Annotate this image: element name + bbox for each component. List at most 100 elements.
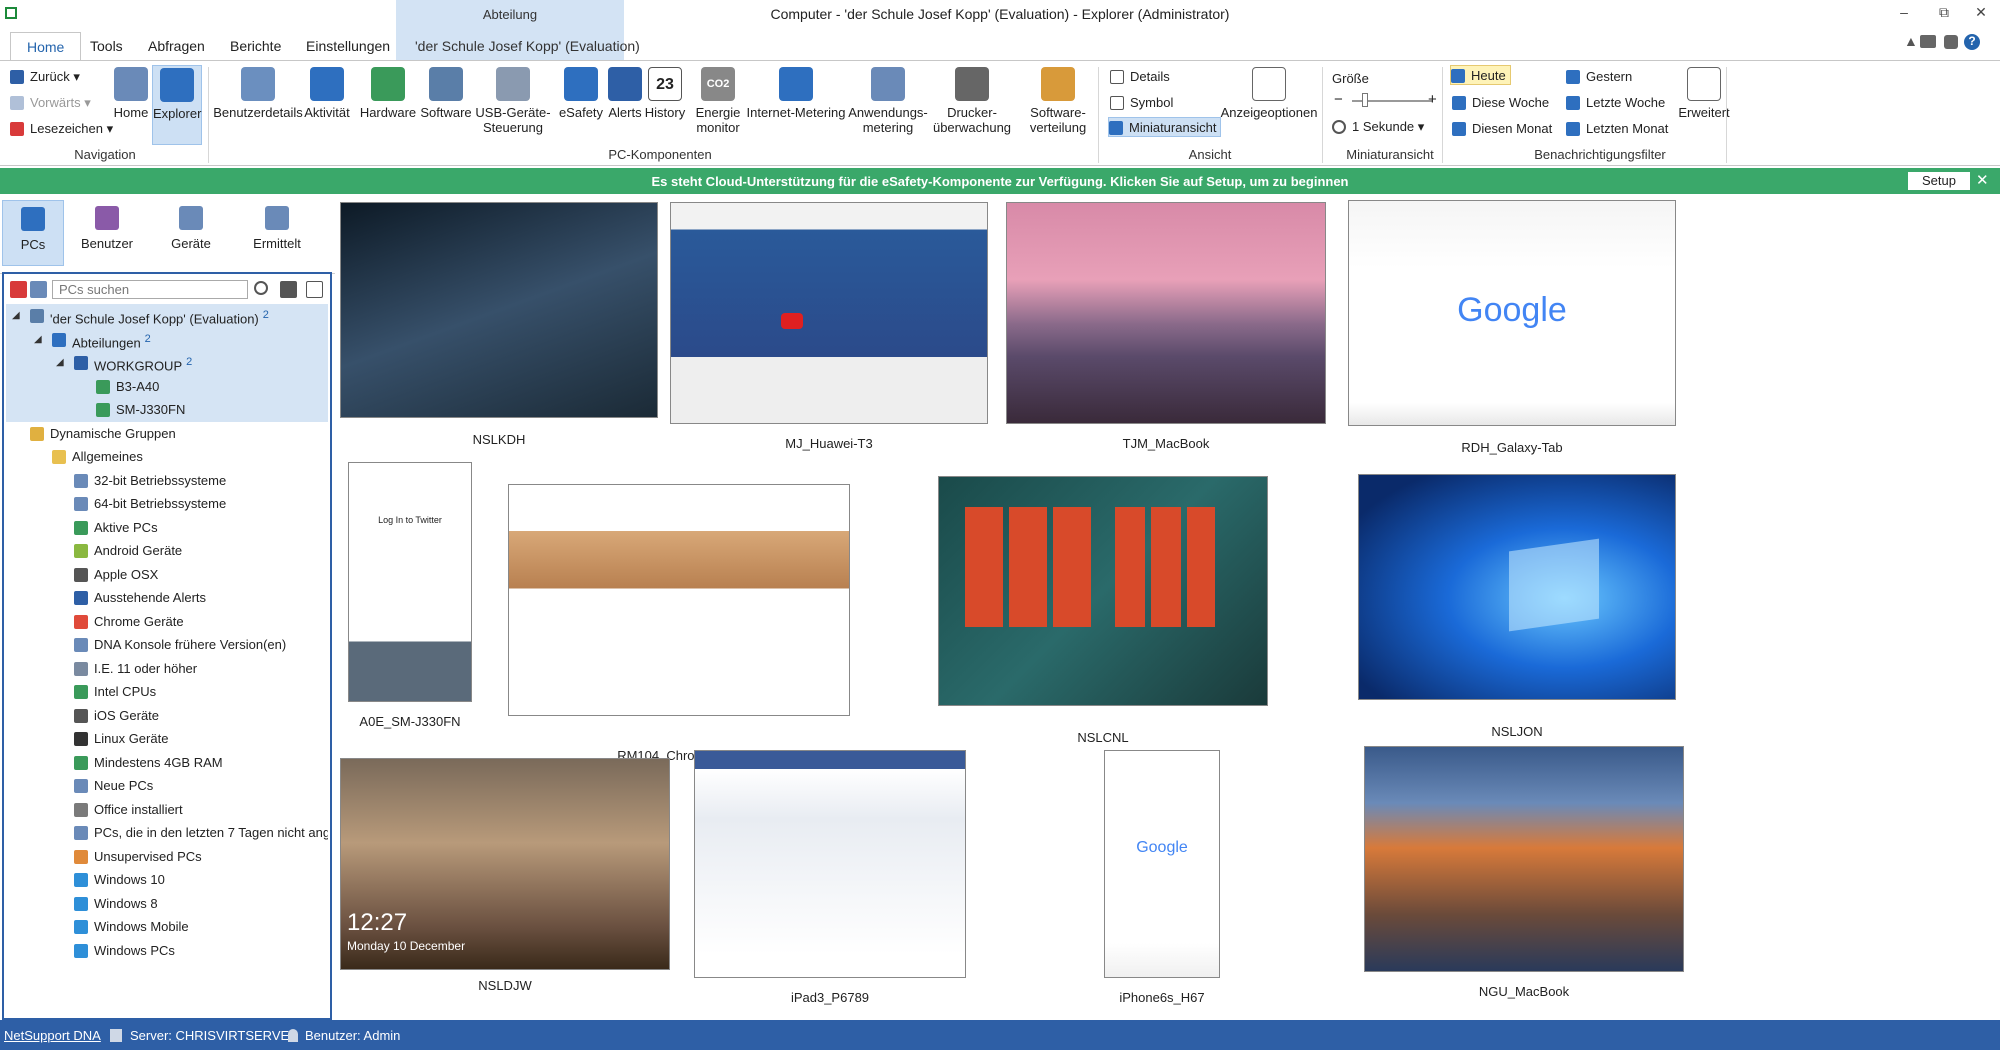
tree-item[interactable]: ◢ WORKGROUP 2 [6, 351, 328, 375]
ribbon-button-0[interactable]: Benutzerdetails [210, 65, 306, 120]
tree-item[interactable]: ◢ 'der Schule Josef Kopp' (Evaluation) 2 [6, 304, 328, 328]
tab-abfragen[interactable]: Abfragen [148, 38, 205, 54]
tab-context-school[interactable]: 'der Schule Josef Kopp' (Evaluation) [415, 38, 640, 54]
tree-item[interactable]: SM-J330FN [6, 398, 328, 422]
expand-toggle-icon[interactable]: ◢ [12, 304, 20, 328]
screen-preview[interactable] [670, 202, 988, 424]
ribbon-button-2[interactable]: Hardware [358, 65, 418, 120]
tree-item[interactable]: Ausstehende Alerts [6, 586, 328, 610]
minimize-button[interactable]: ‒ [1895, 4, 1913, 20]
ribbon-button-8[interactable]: CO2 Energie monitor [688, 65, 748, 135]
ribbon-button-6[interactable]: Alerts [604, 65, 646, 120]
filter-this-month-button[interactable]: Diesen Monat [1452, 119, 1552, 139]
tab-ermittelt[interactable]: Ermittelt [244, 200, 310, 262]
pc-thumbnail[interactable]: Google iPhone6s_H67 [1104, 750, 1220, 1010]
close-button[interactable]: ✕ [1972, 4, 1990, 21]
pc-thumbnail[interactable]: 12:27 Monday 10 December NSLDJW [340, 758, 670, 998]
tree-item[interactable]: Windows PCs [6, 939, 328, 963]
symbol-view-button[interactable]: Symbol [1110, 93, 1173, 113]
pc-thumbnail[interactable]: TJM_MacBook [1006, 202, 1326, 456]
pc-thumbnail[interactable]: NSLKDH [340, 202, 658, 452]
pc-thumbnail[interactable]: NSLJON [1358, 474, 1676, 744]
filter-this-week-button[interactable]: Diese Woche [1452, 93, 1549, 113]
lock-icon[interactable] [1944, 35, 1958, 49]
tree-item[interactable]: 32-bit Betriebssysteme [6, 469, 328, 493]
filter-last-month-button[interactable]: Letzten Monat [1566, 119, 1668, 139]
pc-thumbnail[interactable]: RM104_Chromebook [508, 484, 850, 768]
help-icon[interactable]: ? [1964, 34, 1980, 50]
size-minus-button[interactable]: − [1334, 91, 1343, 108]
screen-preview[interactable]: Log In to Twitter [348, 462, 472, 702]
tree-item[interactable]: PCs, die in den letzten 7 Tagen nicht an… [6, 821, 328, 845]
screen-preview[interactable] [1358, 474, 1676, 700]
screen-preview[interactable] [508, 484, 850, 716]
screen-preview[interactable]: 12:27 Monday 10 December [340, 758, 670, 970]
thumbnail-view-button[interactable]: Miniaturansicht [1108, 117, 1222, 137]
bookmarks-button[interactable]: Lesezeichen ▾ [10, 119, 113, 139]
tree-item[interactable]: Android Geräte [6, 539, 328, 563]
tree-item[interactable]: ◢ Abteilungen 2 [6, 327, 328, 352]
setup-button[interactable]: Setup [1908, 172, 1970, 190]
ribbon-button-12[interactable]: Software-verteilung [1020, 65, 1096, 135]
tree-item[interactable]: Allgemeines [6, 445, 328, 469]
screen-preview[interactable] [694, 750, 966, 978]
forward-button[interactable]: Vorwärts ▾ [10, 93, 91, 113]
tree-item[interactable]: Windows 8 [6, 892, 328, 916]
pc-thumbnail[interactable]: NGU_MacBook [1364, 746, 1684, 1004]
ribbon-button-10[interactable]: Anwendungs-metering [848, 65, 928, 135]
ribbon-button-7[interactable]: 23 History [642, 65, 688, 120]
tab-berichte[interactable]: Berichte [230, 38, 281, 54]
ribbon-button-5[interactable]: eSafety [556, 65, 606, 120]
product-link[interactable]: NetSupport DNA [4, 1028, 101, 1043]
tree-item[interactable]: Mindestens 4GB RAM [6, 751, 328, 775]
tree-item[interactable]: Dynamische Gruppen [6, 422, 328, 446]
filter-last-week-button[interactable]: Letzte Woche [1566, 93, 1665, 113]
pc-thumbnail[interactable]: NSLCNL [938, 476, 1268, 750]
tree-item[interactable]: Aktive PCs [6, 516, 328, 540]
tab-home[interactable]: Home [10, 32, 82, 61]
tab-benutzer[interactable]: Benutzer [76, 200, 138, 262]
pc-thumbnail[interactable]: iPad3_P6789 [694, 750, 966, 1010]
ribbon-button-3[interactable]: Software [418, 65, 474, 120]
tree-item[interactable]: Apple OSX [6, 563, 328, 587]
tree-item[interactable]: B3-A40 [6, 374, 328, 398]
tab-geraete[interactable]: Geräte [160, 200, 222, 262]
ribbon-button-1[interactable]: Aktivität [296, 65, 358, 120]
tree-item[interactable]: I.E. 11 oder höher [6, 657, 328, 681]
tree-item[interactable]: Office installiert [6, 798, 328, 822]
screen-preview[interactable] [340, 202, 658, 418]
advanced-filter-button[interactable]: Erweitert [1674, 65, 1734, 120]
tree-item[interactable]: Unsupervised PCs [6, 845, 328, 869]
banner-close-icon[interactable]: ✕ [1976, 171, 1989, 189]
refresh-interval-dropdown[interactable]: 1 Sekunde ▾ [1332, 117, 1424, 137]
pc-thumbnail[interactable]: Google RDH_Galaxy-Tab [1348, 200, 1676, 460]
screen-preview[interactable]: Google [1104, 750, 1220, 978]
screen-preview[interactable]: Google [1348, 200, 1676, 426]
tree-item[interactable]: Intel CPUs [6, 680, 328, 704]
ribbon-button-4[interactable]: USB-Geräte-Steuerung [474, 65, 552, 135]
alert-filter-icon[interactable] [10, 281, 27, 298]
tree-item[interactable]: Windows Mobile [6, 915, 328, 939]
tree-item[interactable]: Linux Geräte [6, 727, 328, 751]
back-button[interactable]: Zurück ▾ [10, 67, 80, 87]
size-plus-button[interactable]: + [1428, 91, 1437, 108]
help-up-icon[interactable]: ▲ [1904, 33, 1918, 49]
tab-pcs[interactable]: PCs [2, 200, 64, 266]
tab-einstellungen[interactable]: Einstellungen [306, 38, 390, 54]
printer-small-icon[interactable] [1920, 35, 1936, 48]
tree-item[interactable]: 64-bit Betriebssysteme [6, 492, 328, 516]
expand-toggle-icon[interactable]: ◢ [56, 351, 64, 375]
restore-button[interactable]: ⧉ [1935, 4, 1953, 21]
tree-item[interactable]: Neue PCs [6, 774, 328, 798]
ribbon-button-9[interactable]: Internet-Metering [744, 65, 848, 120]
tree-item[interactable]: DNA Konsole frühere Version(en) [6, 633, 328, 657]
panel-layout-icon[interactable] [306, 281, 323, 298]
explorer-button[interactable]: Explorer [152, 65, 202, 145]
display-options-button[interactable]: Anzeigeoptionen [1220, 65, 1318, 120]
tree-item[interactable]: Windows 10 [6, 868, 328, 892]
list-toggle-icon[interactable] [30, 281, 47, 298]
expand-toggle-icon[interactable]: ◢ [34, 328, 42, 352]
size-slider-thumb[interactable] [1362, 93, 1368, 107]
ribbon-button-11[interactable]: Drucker-überwachung [924, 65, 1020, 135]
binoculars-icon[interactable] [280, 281, 297, 298]
